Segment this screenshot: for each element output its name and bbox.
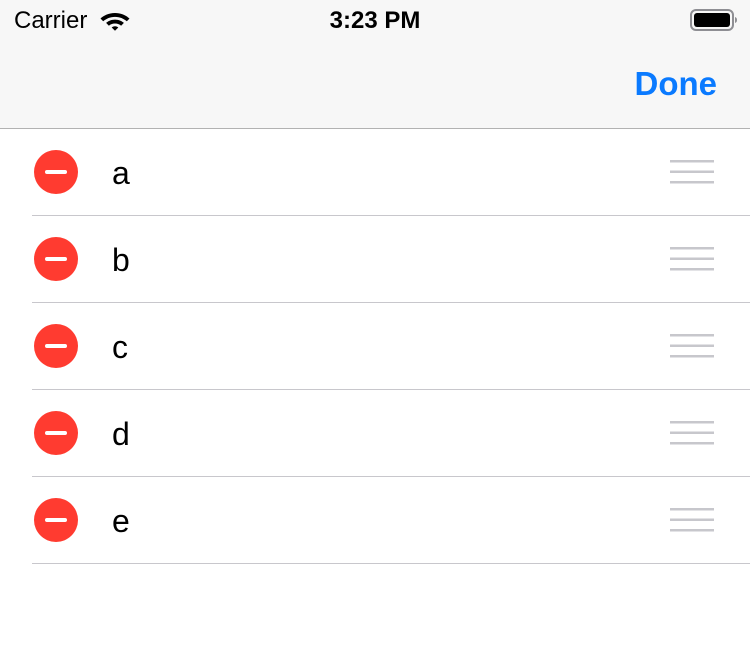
list-item-label: d <box>112 416 130 452</box>
list-item[interactable]: d <box>0 390 750 477</box>
list-item-label: b <box>112 242 130 278</box>
battery-full-icon <box>690 9 737 31</box>
list-item[interactable]: b <box>0 216 750 303</box>
reorder-handle-icon[interactable] <box>670 334 714 358</box>
list-item[interactable]: c <box>0 303 750 390</box>
minus-circle-icon[interactable] <box>34 150 78 194</box>
minus-circle-icon[interactable] <box>34 324 78 368</box>
list-item[interactable]: a <box>0 129 750 216</box>
reorder-handle-icon[interactable] <box>670 421 714 445</box>
status-bar: Carrier 3:23 PM <box>0 0 750 40</box>
editable-list: a b c d e <box>0 129 750 564</box>
list-item-label: a <box>112 155 130 191</box>
minus-circle-icon[interactable] <box>34 237 78 281</box>
list-item-label: e <box>112 503 130 539</box>
done-button[interactable]: Done <box>635 64 718 104</box>
minus-circle-icon[interactable] <box>34 498 78 542</box>
reorder-handle-icon[interactable] <box>670 508 714 532</box>
list-item[interactable]: e <box>0 477 750 564</box>
minus-circle-icon[interactable] <box>34 411 78 455</box>
list-item-label: c <box>112 329 128 365</box>
clock-time: 3:23 PM <box>329 7 421 34</box>
reorder-handle-icon[interactable] <box>670 160 714 184</box>
reorder-handle-icon[interactable] <box>670 247 714 271</box>
navigation-bar: Carrier 3:23 PM Done <box>0 0 750 129</box>
